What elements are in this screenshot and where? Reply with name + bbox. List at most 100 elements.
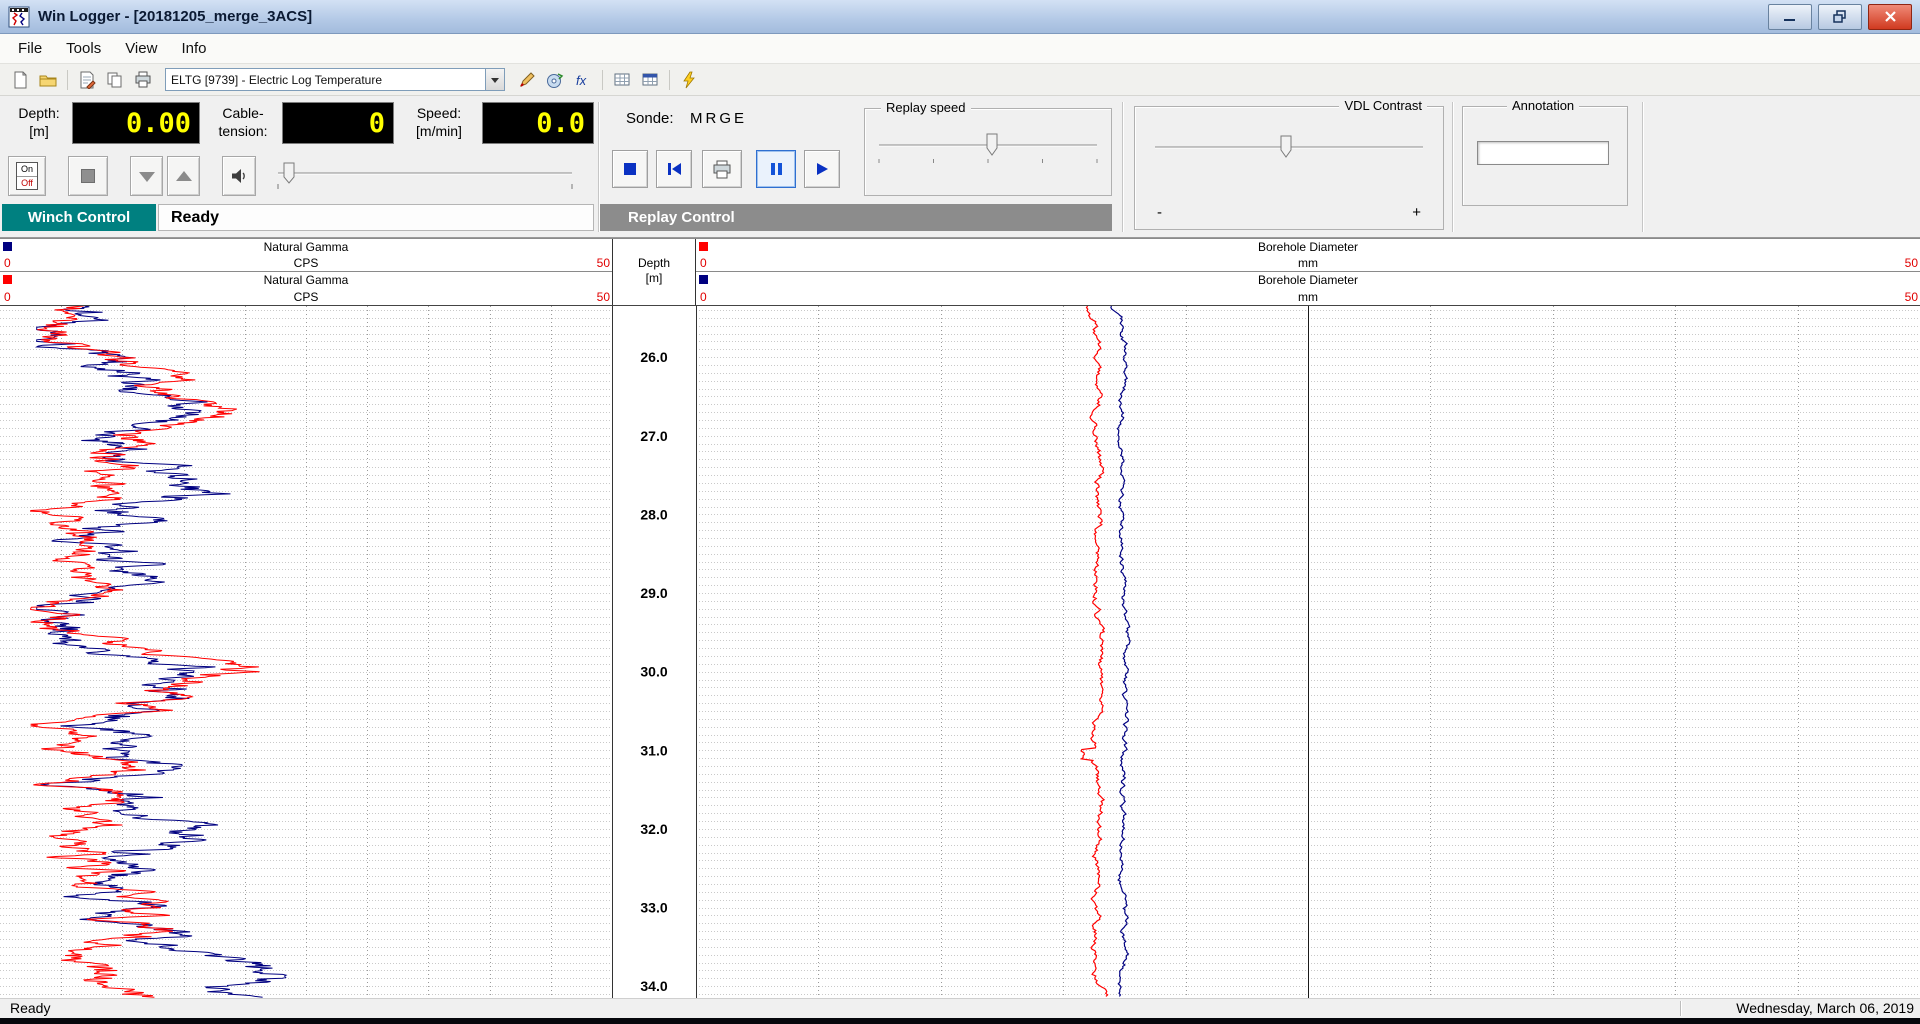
app-icon bbox=[8, 6, 30, 28]
channel-header: Borehole Diameter mm 0 50 bbox=[696, 239, 1920, 272]
channel-title: Natural Gamma bbox=[0, 273, 612, 287]
svg-text:31.0: 31.0 bbox=[640, 742, 667, 758]
pen-tool-button[interactable] bbox=[514, 67, 540, 93]
stop-icon bbox=[81, 169, 95, 183]
realtime-button[interactable] bbox=[676, 67, 702, 93]
channel-unit: mm bbox=[696, 256, 1920, 270]
svg-text:28.0: 28.0 bbox=[640, 506, 667, 522]
toolbar: ELTG [9739] - Electric Log Temperature f… bbox=[0, 64, 1920, 96]
winch-control-label: Winch Control bbox=[2, 204, 156, 231]
print-icon bbox=[134, 71, 152, 89]
channel-title: Borehole Diameter bbox=[696, 240, 1920, 254]
menubar: File Tools View Info bbox=[0, 34, 1920, 64]
copy-button[interactable] bbox=[102, 67, 128, 93]
pen-icon bbox=[518, 71, 536, 89]
close-button[interactable] bbox=[1868, 4, 1912, 30]
pause-icon bbox=[767, 160, 785, 178]
scale-min: 0 bbox=[4, 256, 11, 270]
lightning-icon bbox=[680, 71, 698, 89]
replay-stop-button[interactable] bbox=[612, 150, 648, 188]
tool-selector-combo[interactable]: ELTG [9739] - Electric Log Temperature bbox=[165, 68, 505, 91]
panel-separator bbox=[1642, 102, 1644, 232]
table-view-button[interactable] bbox=[637, 67, 663, 93]
replay-rewind-button[interactable] bbox=[656, 150, 692, 188]
combo-dropdown-button[interactable] bbox=[485, 69, 504, 90]
svg-text:32.0: 32.0 bbox=[640, 821, 667, 837]
channel-header: Natural Gamma CPS 0 50 bbox=[0, 272, 612, 305]
channel-unit: CPS bbox=[0, 256, 612, 270]
winch-down-button[interactable] bbox=[130, 156, 163, 196]
grid-icon bbox=[613, 71, 631, 89]
menu-item-file[interactable]: File bbox=[6, 34, 54, 63]
cable-tension-label: Cable-tension: bbox=[206, 104, 280, 140]
replay-data-button[interactable] bbox=[542, 67, 568, 93]
up-arrow-icon bbox=[176, 163, 192, 181]
restore-button[interactable] bbox=[1818, 4, 1862, 30]
open-button[interactable] bbox=[35, 67, 61, 93]
print-button[interactable] bbox=[130, 67, 156, 93]
scale-max: 50 bbox=[597, 256, 610, 270]
minimize-button[interactable] bbox=[1768, 4, 1812, 30]
power-onoff-button[interactable]: OnOff bbox=[8, 156, 46, 196]
menu-item-info[interactable]: Info bbox=[169, 34, 218, 63]
speed-label: Speed:[m/min] bbox=[400, 104, 478, 140]
annotation-input[interactable] bbox=[1477, 141, 1609, 165]
titlebar: Win Logger - [20181205_merge_3ACS] bbox=[0, 0, 1920, 34]
channel-unit: CPS bbox=[0, 290, 612, 304]
replay-speed-group-label: Replay speed bbox=[881, 100, 971, 115]
channel-unit: mm bbox=[696, 290, 1920, 304]
skip-start-icon bbox=[665, 160, 683, 178]
scale-min: 0 bbox=[4, 290, 11, 304]
svg-text:26.0: 26.0 bbox=[640, 349, 667, 365]
scale-max: 50 bbox=[1905, 290, 1918, 304]
status-date: Wednesday, March 06, 2019 bbox=[1688, 1000, 1914, 1016]
play-icon bbox=[813, 160, 831, 178]
function-icon: fx bbox=[574, 71, 592, 89]
menu-item-tools[interactable]: Tools bbox=[54, 34, 113, 63]
stop-icon bbox=[621, 160, 639, 178]
svg-text:29.0: 29.0 bbox=[640, 585, 667, 601]
speaker-icon bbox=[230, 167, 248, 185]
sound-button[interactable] bbox=[222, 156, 256, 196]
new-document-icon bbox=[11, 71, 29, 89]
replay-speed-slider[interactable] bbox=[873, 129, 1103, 179]
svg-text:fx: fx bbox=[576, 73, 587, 88]
function-button[interactable]: fx bbox=[570, 67, 596, 93]
slider-thumb bbox=[284, 163, 294, 183]
close-icon bbox=[1884, 10, 1897, 23]
replay-control-label: Replay Control bbox=[600, 204, 1112, 231]
vdl-plus-label: + bbox=[1412, 204, 1421, 221]
new-button[interactable] bbox=[7, 67, 33, 93]
menu-item-view[interactable]: View bbox=[113, 34, 169, 63]
panel-separator bbox=[1122, 102, 1124, 232]
annotation-group: Annotation bbox=[1462, 106, 1628, 206]
right-track-header: Borehole Diameter mm 0 50 Borehole Diame… bbox=[696, 239, 1920, 305]
winch-stop-button[interactable] bbox=[68, 156, 108, 196]
toolbar-separator bbox=[669, 70, 670, 90]
replay-play-button[interactable] bbox=[804, 150, 840, 188]
channel-header: Natural Gamma CPS 0 50 bbox=[0, 239, 612, 272]
left-track-header: Natural Gamma CPS 0 50 Natural Gamma CPS… bbox=[0, 239, 612, 305]
vdl-contrast-group-label: VDL Contrast bbox=[1339, 98, 1427, 113]
down-arrow-icon bbox=[139, 172, 155, 190]
edit-log-button[interactable] bbox=[74, 67, 100, 93]
winch-speed-slider[interactable] bbox=[272, 157, 578, 195]
printer-icon bbox=[712, 160, 732, 179]
vdl-contrast-slider[interactable] bbox=[1149, 129, 1429, 179]
grid-view-button[interactable] bbox=[609, 67, 635, 93]
replay-pause-button[interactable] bbox=[756, 150, 796, 188]
svg-text:30.0: 30.0 bbox=[640, 664, 667, 680]
depth-log-chart: 26.027.028.029.030.031.032.033.034.0 bbox=[0, 306, 1920, 998]
svg-text:34.0: 34.0 bbox=[640, 978, 667, 994]
replay-disk-icon bbox=[546, 71, 564, 89]
winch-up-button[interactable] bbox=[167, 156, 200, 196]
scale-max: 50 bbox=[597, 290, 610, 304]
sonde-label: Sonde: bbox=[626, 110, 674, 127]
channel-title: Natural Gamma bbox=[0, 240, 612, 254]
vdl-contrast-group: VDL Contrast - + bbox=[1134, 106, 1444, 230]
sonde-value: MRGE bbox=[690, 110, 747, 127]
bottom-edge bbox=[0, 1018, 1920, 1024]
svg-text:33.0: 33.0 bbox=[640, 900, 667, 916]
onoff-icon: OnOff bbox=[16, 162, 38, 190]
replay-print-button[interactable] bbox=[702, 150, 742, 188]
